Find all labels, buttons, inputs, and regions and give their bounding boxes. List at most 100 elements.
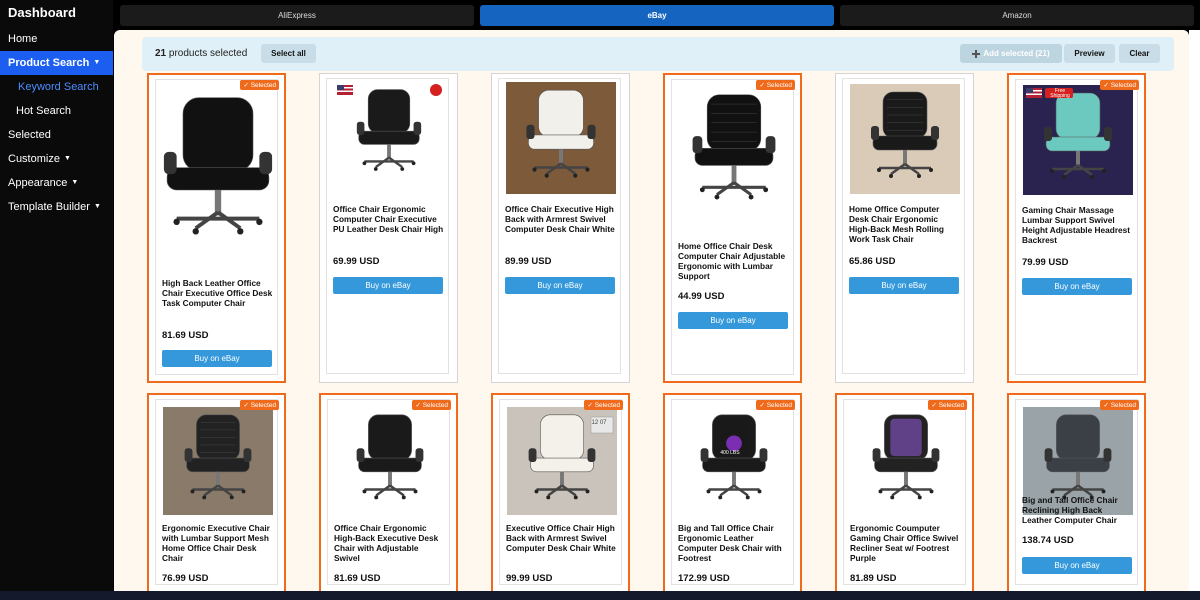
caret-down-icon: ▼ — [93, 59, 101, 67]
sidebar-item-selected[interactable]: Selected — [0, 123, 113, 147]
product-title[interactable]: Gaming Chair Massage Lumbar Support Swiv… — [1022, 205, 1134, 245]
tab-ebay[interactable]: eBay — [480, 5, 834, 26]
sidebar-item-label: Appearance — [8, 177, 68, 189]
product-image[interactable] — [851, 407, 961, 515]
product-price: 76.99 USD — [162, 573, 209, 584]
clear-button[interactable]: Clear — [1119, 44, 1160, 63]
product-card[interactable]: 400 LBS ✓ Selected Big and Tall Office Cha… — [663, 393, 802, 591]
bottom-strip — [0, 591, 1200, 600]
product-title[interactable]: Executive Office Chair High Back with Ar… — [506, 523, 618, 553]
buy-on-ebay-button[interactable]: Buy on eBay — [333, 277, 443, 294]
buy-on-ebay-button[interactable]: Buy on eBay — [678, 312, 788, 329]
sidebar-item-label: Selected — [8, 129, 51, 141]
selected-badge: ✓ Selected — [412, 400, 451, 410]
product-card[interactable]: Free Shipping ✓ Selected Gaming Chair Mass… — [1007, 73, 1146, 383]
product-card[interactable]: Office Chair Executive High Back with Ar… — [491, 73, 630, 383]
add-selected-button[interactable]: Add selected (21) — [960, 44, 1062, 63]
product-image[interactable] — [163, 407, 273, 515]
selected-badge: ✓ Selected — [1100, 80, 1139, 90]
product-price: 81.69 USD — [162, 330, 209, 341]
product-image[interactable] — [679, 85, 789, 219]
product-image[interactable] — [679, 407, 789, 515]
product-card[interactable]: ✓ Selected Ergonomic Executive Chair with… — [147, 393, 286, 591]
product-image[interactable] — [334, 82, 444, 186]
selected-badge: ✓ Selected — [1100, 400, 1139, 410]
sidebar-item-label: Keyword Search — [18, 81, 99, 93]
selection-toolbar: 21 products selected Select all Add sele… — [142, 37, 1174, 71]
add-selected-label: Add selected (21) — [983, 49, 1050, 58]
buy-on-ebay-button[interactable]: Buy on eBay — [1022, 557, 1132, 574]
product-price: 79.99 USD — [1022, 257, 1069, 268]
caret-down-icon: ▼ — [71, 179, 79, 187]
product-card[interactable]: Home Office Computer Desk Chair Ergonomi… — [835, 73, 974, 383]
product-price: 81.69 USD — [334, 573, 381, 584]
product-price: 172.99 USD — [678, 573, 730, 584]
selected-badge: ✓ Selected — [928, 400, 967, 410]
product-title[interactable]: Ergonomic Coumputer Gaming Chair Office … — [850, 523, 962, 563]
caret-down-icon: ▼ — [63, 155, 71, 163]
free-shipping-label: Free Shipping — [1050, 88, 1070, 99]
product-title[interactable]: Big and Tall Office Chair Ergonomic Leat… — [678, 523, 790, 563]
product-image[interactable] — [506, 82, 616, 194]
sidebar-item-label: Home — [8, 33, 38, 45]
sidebar-item-keyword-search[interactable]: Keyword Search — [0, 75, 113, 99]
product-image[interactable] — [335, 407, 445, 515]
product-price: 89.99 USD — [505, 256, 552, 267]
selected-badge: ✓ Selected — [756, 80, 795, 90]
selected-badge: ✓ Selected — [240, 400, 279, 410]
sidebar-item-appearance[interactable]: Appearance ▼ — [0, 171, 113, 195]
product-price: 44.99 USD — [678, 291, 725, 302]
product-card[interactable]: 12 07 ✓ Selected Executive Office Chair Hi… — [491, 393, 630, 591]
product-price: 65.86 USD — [849, 256, 896, 267]
buy-on-ebay-button[interactable]: Buy on eBay — [1022, 278, 1132, 295]
product-card[interactable]: ✓ Selected High Back Leather Office Chair… — [147, 73, 286, 383]
product-title[interactable]: Home Office Computer Desk Chair Ergonomi… — [849, 204, 961, 244]
product-title[interactable]: Home Office Chair Desk Computer Chair Ad… — [678, 241, 790, 281]
product-title[interactable]: Ergonomic Executive Chair with Lumbar Su… — [162, 523, 274, 563]
sidebar-item-customize[interactable]: Customize ▼ — [0, 147, 113, 171]
product-card[interactable]: Office Chair Ergonomic Computer Chair Ex… — [319, 73, 458, 383]
product-card[interactable]: ✓ Selected Home Office Chair Desk Compute… — [663, 73, 802, 383]
product-price: 99.99 USD — [506, 573, 553, 584]
product-title[interactable]: Office Chair Ergonomic Computer Chair Ex… — [333, 204, 445, 234]
product-image[interactable] — [1023, 85, 1133, 195]
calendar-label: 12 07 — [591, 420, 607, 426]
product-title[interactable]: Office Chair Ergonomic High-Back Executi… — [334, 523, 446, 563]
selected-badge: ✓ Selected — [584, 400, 623, 410]
selected-badge: ✓ Selected — [756, 400, 795, 410]
buy-on-ebay-button[interactable]: Buy on eBay — [162, 350, 272, 367]
sidebar-item-label: Hot Search — [16, 105, 72, 117]
sidebar-item-template-builder[interactable]: Template Builder ▼ — [0, 195, 113, 219]
scrollbar-track[interactable] — [1189, 30, 1200, 591]
dashboard-brand[interactable]: Dashboard — [0, 0, 113, 27]
product-title[interactable]: High Back Leather Office Chair Executive… — [162, 278, 274, 308]
product-image[interactable] — [850, 84, 960, 194]
product-card[interactable]: ✓ Selected Big and Tall Office Chair Recl… — [1007, 393, 1146, 591]
tab-aliexpress[interactable]: AliExpress — [120, 5, 474, 26]
sidebar-item-label: Customize — [8, 153, 60, 165]
sidebar: Dashboard Home Product Search ▼ Keyword S… — [0, 0, 113, 600]
product-title[interactable]: Big and Tall Office Chair Reclining High… — [1022, 495, 1134, 525]
product-price: 138.74 USD — [1022, 535, 1074, 546]
sidebar-item-product-search[interactable]: Product Search ▼ — [0, 51, 113, 75]
caret-down-icon: ▼ — [93, 203, 101, 211]
selected-badge: ✓ Selected — [240, 80, 279, 90]
buy-on-ebay-button[interactable]: Buy on eBay — [849, 277, 959, 294]
weight-capacity-label: 400 LBS — [720, 450, 740, 456]
sidebar-item-label: Template Builder — [8, 201, 90, 213]
sidebar-item-home[interactable]: Home — [0, 27, 113, 51]
platform-tabs: AliExpress eBay Amazon — [113, 0, 1200, 34]
product-title[interactable]: Office Chair Executive High Back with Ar… — [505, 204, 617, 234]
product-image[interactable] — [163, 85, 273, 260]
preview-button[interactable]: Preview — [1064, 44, 1115, 63]
product-card[interactable]: ✓ Selected Ergonomic Coumputer Gaming Cha… — [835, 393, 974, 591]
select-all-button[interactable]: Select all — [261, 44, 316, 63]
selected-count: 21 — [155, 48, 167, 59]
tab-amazon[interactable]: Amazon — [840, 5, 1194, 26]
product-card[interactable]: ✓ Selected Office Chair Ergonomic High-Ba… — [319, 393, 458, 591]
selected-count-text: 21 products selected — [155, 48, 247, 59]
selected-text: products selected — [168, 48, 248, 59]
sidebar-item-hot-search[interactable]: Hot Search — [0, 99, 113, 123]
buy-on-ebay-button[interactable]: Buy on eBay — [505, 277, 615, 294]
plus-icon — [972, 49, 981, 58]
